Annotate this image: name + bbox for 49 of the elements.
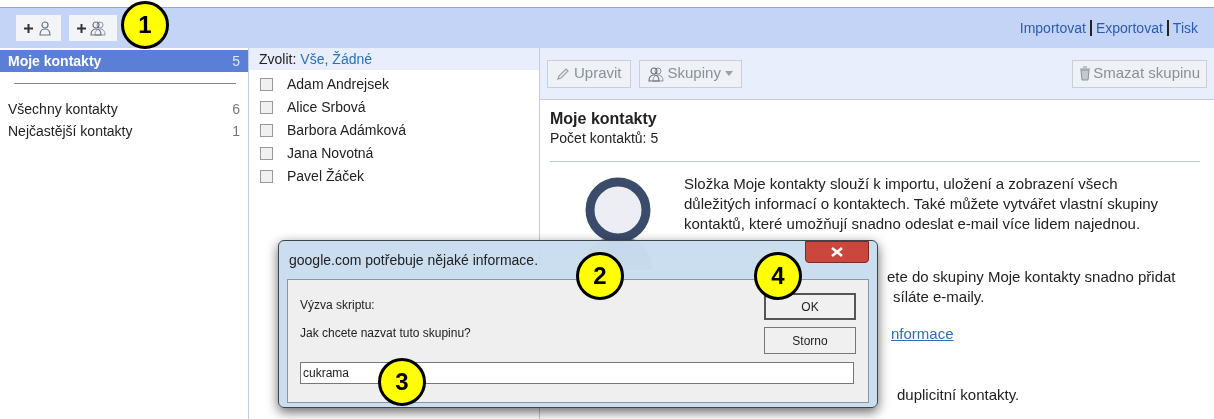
info-link[interactable]: nformace [891, 323, 954, 346]
contact-checkbox[interactable] [260, 170, 273, 183]
add-group-button[interactable] [69, 15, 117, 41]
group-name: Nejčastější kontakty [8, 121, 133, 141]
description-text: Složka Moje kontakty slouží k importu, uložení a zobrazení všech důležitých informací o kontaktech. Také můžete vytvářet vlastní skupiny kontaktů, které umožňují snadno odeslat e-mail více lidem najednou. [684, 174, 1160, 234]
select-link[interactable]: Žádné [332, 48, 373, 70]
prompt-question: Jak chcete nazvat tuto skupinu? [300, 325, 471, 342]
plus-icon [77, 23, 86, 33]
add-contact-button[interactable] [16, 15, 61, 41]
dialog-button[interactable]: Storno [764, 327, 856, 354]
contact-checkbox[interactable] [260, 124, 273, 137]
dialog-title: google.com potřebuje nějaké informace. [288, 250, 539, 270]
description-text: síláte e-maily. [892, 287, 986, 307]
group-name: Všechny kontakty [8, 99, 118, 119]
plus-icon [24, 23, 33, 33]
person-icon [37, 20, 53, 36]
pencil-icon [556, 66, 570, 81]
group-name: Moje kontakty [8, 51, 102, 71]
group-item[interactable]: Všechny kontakty 6 [0, 98, 248, 120]
trash-icon [1079, 66, 1092, 81]
close-icon [831, 247, 843, 257]
group-count: 6 [232, 99, 240, 119]
description-text: ete do skupiny Moje kontakty snadno přidat [887, 267, 1176, 287]
header-link[interactable]: Tisk [1172, 17, 1198, 39]
group-count: 1 [232, 121, 240, 141]
group-count: 5 [232, 51, 240, 71]
header-link[interactable]: Importovat [1019, 17, 1086, 39]
group-item[interactable]: Nejčastější kontakty 1 [0, 120, 248, 142]
description-text: duplicitní kontakty. [897, 384, 1021, 405]
group-title: Moje kontakty [550, 109, 658, 129]
contact-checkbox[interactable] [260, 101, 273, 114]
close-button[interactable] [805, 241, 869, 263]
group-item[interactable]: Moje kontakty 5 [0, 50, 248, 72]
select-link[interactable]: Vše, [300, 48, 329, 70]
contact-count: Počet kontaktů: 5 [550, 129, 660, 147]
select-label: Zvolit: [259, 49, 297, 69]
caret-icon [724, 71, 733, 76]
contact-name[interactable]: Barbora Adámková [287, 120, 407, 141]
contact-name[interactable]: Alice Srbová [287, 97, 366, 118]
people-icon [647, 65, 664, 82]
contact-checkbox[interactable] [260, 147, 273, 160]
dialog-button[interactable]: OK [764, 293, 856, 320]
contact-name[interactable]: Adam Andrejsek [287, 74, 389, 95]
contact-checkbox[interactable] [260, 78, 273, 91]
people-icon [90, 20, 106, 36]
contact-name[interactable]: Pavel Žáček [287, 166, 365, 187]
prompt-label: Výzva skriptu: [300, 297, 376, 314]
contact-name[interactable]: Jana Novotná [287, 143, 374, 164]
header-link[interactable]: Exportovat [1095, 17, 1163, 39]
